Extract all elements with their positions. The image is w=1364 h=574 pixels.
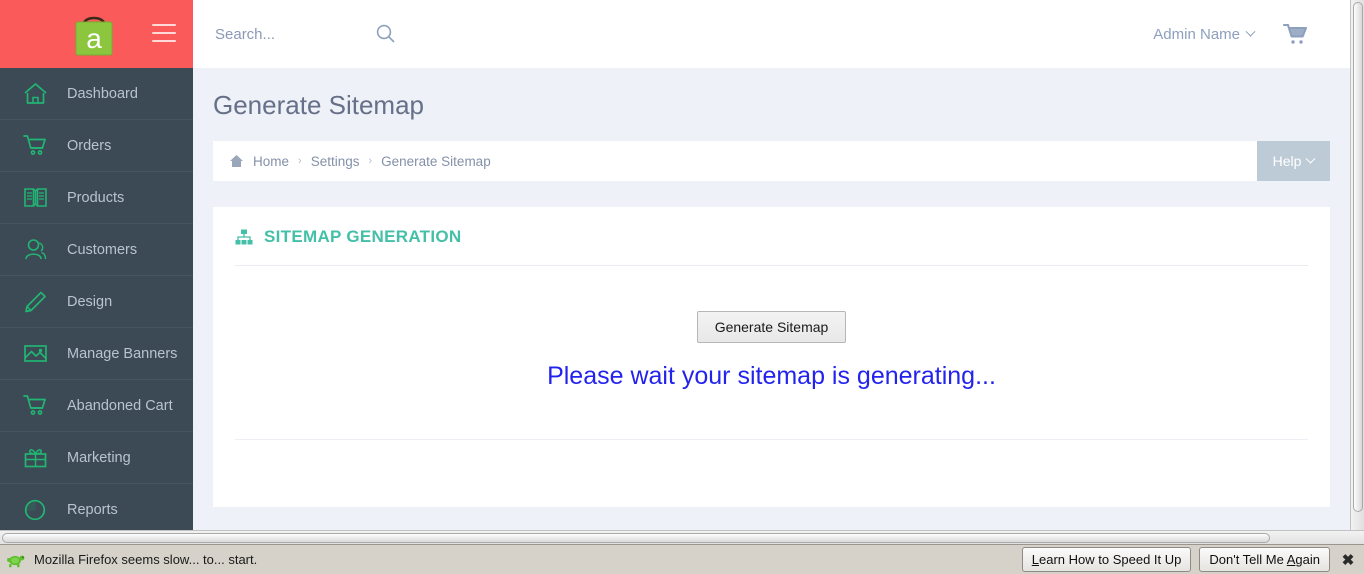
card-body: Generate Sitemap Please wait your sitema… [235, 266, 1308, 391]
top-header: a Admin Name [0, 0, 1350, 68]
breadcrumb-item-current: Generate Sitemap [381, 153, 491, 169]
dont-tell-me-again-button[interactable]: Don't Tell Me Again [1199, 547, 1330, 572]
main-content: Generate Sitemap Home › Settings › Gener… [193, 68, 1350, 530]
card-divider [235, 439, 1308, 440]
firefox-notification-bar: Mozilla Firefox seems slow... to... star… [0, 544, 1364, 574]
card-header: SITEMAP GENERATION [235, 227, 1308, 266]
breadcrumb: Home › Settings › Generate Sitemap [213, 154, 491, 169]
admin-menu[interactable]: Admin Name [1153, 25, 1256, 43]
learn-button-label: earn How to Speed It Up [1039, 552, 1182, 567]
notification-message: Mozilla Firefox seems slow... to... star… [34, 552, 258, 567]
search-icon[interactable] [375, 23, 397, 45]
sitemap-generation-card: SITEMAP GENERATION Generate Sitemap Plea… [213, 207, 1330, 507]
sidebar-item-label: Reports [67, 501, 118, 518]
sidebar-item-label: Marketing [67, 449, 131, 466]
turtle-icon [7, 555, 25, 567]
logo-letter: a [86, 23, 102, 54]
horizontal-scrollbar[interactable] [0, 530, 1364, 544]
sidebar-item-reports[interactable]: Reports [0, 484, 193, 530]
user-icon [20, 235, 50, 265]
home-icon [20, 79, 50, 109]
breadcrumb-item-settings[interactable]: Settings [311, 154, 360, 169]
notification-actions: Learn How to Speed It Up Don't Tell Me A… [1021, 547, 1358, 572]
home-icon [230, 155, 243, 167]
sidebar-item-dashboard[interactable]: Dashboard [0, 68, 193, 120]
sitemap-icon [235, 229, 253, 245]
vertical-scrollbar[interactable] [1350, 0, 1364, 530]
sidebar-item-abandoned-cart[interactable]: Abandoned Cart [0, 380, 193, 432]
logo-area: a [0, 0, 193, 68]
sidebar-item-marketing[interactable]: Marketing [0, 432, 193, 484]
sidebar-item-orders[interactable]: Orders [0, 120, 193, 172]
pie-chart-icon [20, 495, 50, 525]
app-logo-icon[interactable]: a [70, 11, 118, 57]
sidebar-item-products[interactable]: Products [0, 172, 193, 224]
hamburger-icon[interactable] [152, 24, 176, 42]
breadcrumb-separator: › [368, 155, 373, 167]
sidebar-nav: Dashboard Orders Products Customers Desi… [0, 68, 193, 530]
header-right-area: Admin Name [1153, 22, 1350, 46]
chevron-down-icon [1305, 153, 1316, 164]
close-icon[interactable]: ✖ [1338, 550, 1358, 570]
sidebar-item-label: Customers [67, 241, 138, 258]
sidebar-item-label: Orders [67, 137, 112, 154]
learn-how-to-speed-it-up-button[interactable]: Learn How to Speed It Up [1021, 547, 1192, 572]
cart-icon[interactable] [1282, 22, 1308, 46]
sidebar-item-customers[interactable]: Customers [0, 224, 193, 276]
sidebar-item-manage-banners[interactable]: Manage Banners [0, 328, 193, 380]
dismiss-button-label-post: gain [1295, 552, 1320, 567]
page-title: Generate Sitemap [213, 90, 425, 120]
breadcrumb-item-home[interactable]: Home [253, 154, 289, 169]
shopping-cart-icon [20, 131, 50, 161]
sidebar-item-label: Design [67, 293, 113, 310]
cart-icon [20, 391, 50, 421]
generate-sitemap-button[interactable]: Generate Sitemap [696, 311, 847, 343]
sidebar-item-label: Products [67, 189, 125, 206]
sidebar-item-label: Manage Banners [67, 345, 178, 362]
accel-key: L [1031, 552, 1039, 567]
vertical-scrollbar-thumb[interactable] [1353, 2, 1363, 512]
breadcrumb-separator: › [298, 155, 302, 167]
gift-icon [20, 443, 50, 473]
browser-viewport: a Admin Name [0, 0, 1364, 530]
help-button[interactable]: Help [1257, 141, 1330, 181]
card-title: SITEMAP GENERATION [264, 227, 462, 246]
image-icon [20, 339, 50, 369]
help-button-label: Help [1272, 153, 1302, 169]
pencil-icon [20, 287, 50, 317]
sidebar-item-label: Dashboard [67, 85, 138, 102]
horizontal-scrollbar-thumb[interactable] [2, 533, 1270, 543]
search-box[interactable] [215, 14, 415, 54]
dismiss-button-label-pre: Don't Tell Me [1209, 552, 1287, 567]
book-icon [20, 183, 50, 213]
admin-name-label: Admin Name [1153, 25, 1240, 43]
breadcrumb-bar: Home › Settings › Generate Sitemap Help [213, 141, 1330, 181]
sidebar-item-design[interactable]: Design [0, 276, 193, 328]
status-message: Please wait your sitemap is generating..… [547, 362, 996, 390]
search-input[interactable] [215, 25, 365, 43]
sidebar-item-label: Abandoned Cart [67, 397, 173, 414]
chevron-down-icon [1245, 26, 1256, 37]
